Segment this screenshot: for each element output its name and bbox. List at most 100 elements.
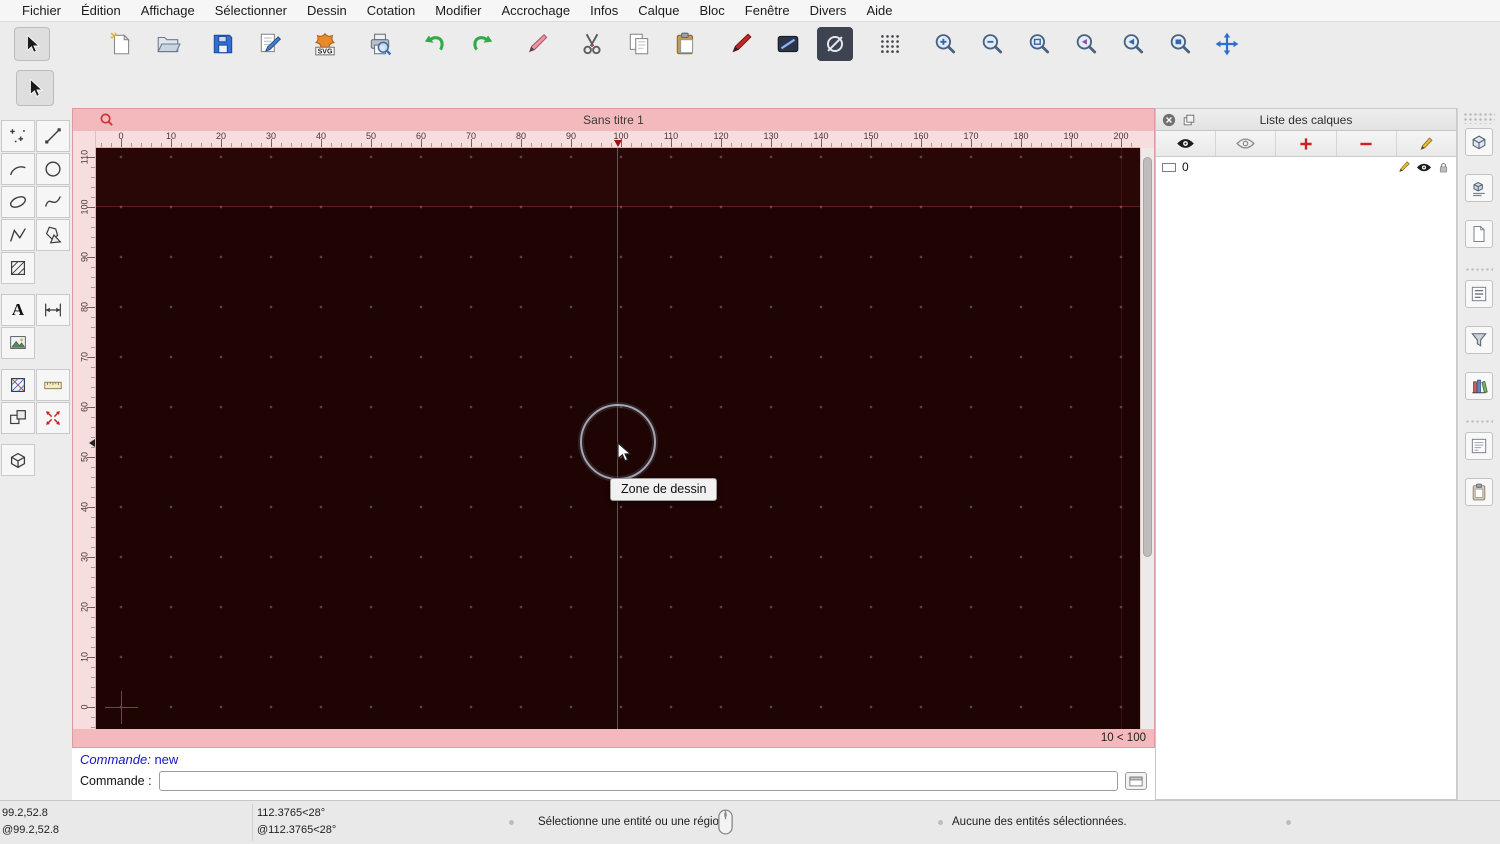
ruler-label: 50 — [79, 452, 90, 463]
window-title: Sans titre 1 — [583, 113, 644, 127]
zoom-auto-button[interactable] — [1021, 27, 1057, 61]
image-icon — [10, 336, 26, 349]
menu-item[interactable]: Cotation — [357, 3, 425, 18]
box-3d-tool[interactable] — [1, 444, 35, 476]
selection-status: Aucune des entités sélectionnées. — [952, 816, 1127, 828]
remove-layer-button[interactable] — [1337, 131, 1397, 156]
zoom-in-icon — [935, 34, 956, 54]
print-preview-button[interactable] — [362, 27, 398, 61]
dock-block-list-button[interactable] — [1465, 280, 1493, 308]
copy-button[interactable] — [621, 27, 657, 61]
menu-item[interactable]: Dessin — [297, 3, 357, 18]
delete-button[interactable] — [519, 27, 555, 61]
zoom-previous-button[interactable] — [1068, 27, 1104, 61]
explode-icon — [46, 411, 60, 425]
menu-item[interactable]: Calque — [628, 3, 689, 18]
plus-icon — [1300, 137, 1312, 150]
menu-item[interactable]: Affichage — [131, 3, 205, 18]
cube-icon — [1472, 135, 1486, 150]
zoom-in-button[interactable] — [927, 27, 963, 61]
ruler-tool[interactable] — [36, 369, 70, 401]
text-tool[interactable]: A — [1, 294, 35, 326]
layer-edit-pencil-icon[interactable] — [1397, 160, 1411, 174]
layer-lock-icon[interactable] — [1437, 161, 1450, 174]
add-layer-button[interactable] — [1276, 131, 1337, 156]
menu-item[interactable]: Accrochage — [491, 3, 580, 18]
selection-empty-button[interactable] — [817, 27, 853, 61]
hatch-color-tool[interactable] — [1, 369, 35, 401]
float-panel-button[interactable] — [1182, 113, 1196, 127]
dock-separator — [1465, 266, 1493, 273]
menu-item[interactable]: Modifier — [425, 3, 491, 18]
dock-clipboard-button[interactable] — [1465, 478, 1493, 506]
mouse-hint-icon — [716, 807, 735, 837]
zoom-out-button[interactable] — [974, 27, 1010, 61]
hatch-tool[interactable] — [1, 252, 35, 284]
cut-button[interactable] — [574, 27, 610, 61]
new-document-button[interactable] — [103, 27, 139, 61]
vertical-scrollbar[interactable] — [1140, 148, 1154, 729]
menu-item[interactable]: Divers — [800, 3, 857, 18]
origin-crosshair — [121, 691, 122, 724]
ellipse-tool[interactable] — [1, 186, 35, 218]
menu-item[interactable]: Sélectionner — [205, 3, 297, 18]
points-tool[interactable] — [1, 120, 35, 152]
spline-tool[interactable] — [36, 186, 70, 218]
ruler-label: 80 — [515, 131, 526, 141]
menu-item[interactable]: Infos — [580, 3, 628, 18]
save-button[interactable] — [205, 27, 241, 61]
layer-row[interactable]: 0 — [1156, 157, 1456, 177]
menu-item[interactable]: Édition — [71, 3, 131, 18]
menu-item[interactable]: Bloc — [689, 3, 734, 18]
dock-bookshelf-button[interactable] — [1465, 372, 1493, 400]
line-properties-icon — [777, 35, 799, 53]
dock-blocks-button[interactable] — [1465, 174, 1493, 202]
arc-tool[interactable] — [1, 153, 35, 185]
dock-library-button[interactable] — [1465, 128, 1493, 156]
zoom-redraw-button[interactable] — [1115, 27, 1151, 61]
edit-layer-button[interactable] — [1397, 131, 1456, 156]
show-all-layers-button[interactable] — [1156, 131, 1217, 156]
dimension-tool[interactable] — [36, 294, 70, 326]
dock-page-button[interactable] — [1465, 220, 1493, 248]
palette-select-button[interactable] — [16, 70, 54, 106]
order-tool[interactable] — [1, 402, 35, 434]
zoom-window-button[interactable] — [1162, 27, 1198, 61]
polygon-tool[interactable] — [36, 219, 70, 251]
svg-export-button[interactable]: SVG — [307, 27, 343, 61]
command-input[interactable] — [158, 771, 1118, 791]
attributes-pen-button[interactable] — [723, 27, 759, 61]
line-tool[interactable] — [36, 120, 70, 152]
ruler-label: 0 — [118, 131, 124, 141]
layer-swatch[interactable] — [1162, 162, 1176, 172]
window-icon — [99, 112, 114, 127]
open-file-button[interactable] — [150, 27, 186, 61]
pan-button[interactable] — [1209, 27, 1245, 61]
polyline-tool[interactable] — [1, 219, 35, 251]
menu-item[interactable]: Aide — [856, 3, 902, 18]
hide-all-layers-button[interactable] — [1216, 131, 1277, 156]
dock-command-line-button[interactable] — [1465, 432, 1493, 460]
main-toolbar: SVG — [0, 22, 1500, 66]
circle-tool[interactable] — [36, 153, 70, 185]
menu-item[interactable]: Fichier — [12, 3, 71, 18]
drawing-canvas[interactable]: Zone de dessin — [96, 148, 1140, 729]
command-dock-button[interactable] — [1125, 772, 1147, 790]
close-panel-button[interactable] — [1162, 113, 1176, 127]
layer-visibility-eye-icon[interactable] — [1416, 162, 1432, 173]
scrollbar-thumb[interactable] — [1143, 157, 1152, 557]
line-properties-button[interactable] — [770, 27, 806, 61]
save-as-button[interactable] — [252, 27, 288, 61]
dock-entity-filter-button[interactable] — [1465, 326, 1493, 354]
image-tool[interactable] — [1, 327, 35, 359]
paste-button[interactable] — [668, 27, 704, 61]
explode-tool[interactable] — [36, 402, 70, 434]
menu-item[interactable]: Fenêtre — [735, 3, 800, 18]
select-tool-button[interactable] — [14, 27, 50, 61]
redo-button[interactable] — [464, 27, 500, 61]
grid-toggle-button[interactable] — [872, 27, 908, 61]
window-titlebar[interactable]: Sans titre 1 — [73, 109, 1154, 131]
undo-button[interactable] — [417, 27, 453, 61]
layer-list-panel: Liste des calques 0 — [1155, 108, 1457, 800]
dock-handle[interactable] — [1463, 112, 1495, 124]
